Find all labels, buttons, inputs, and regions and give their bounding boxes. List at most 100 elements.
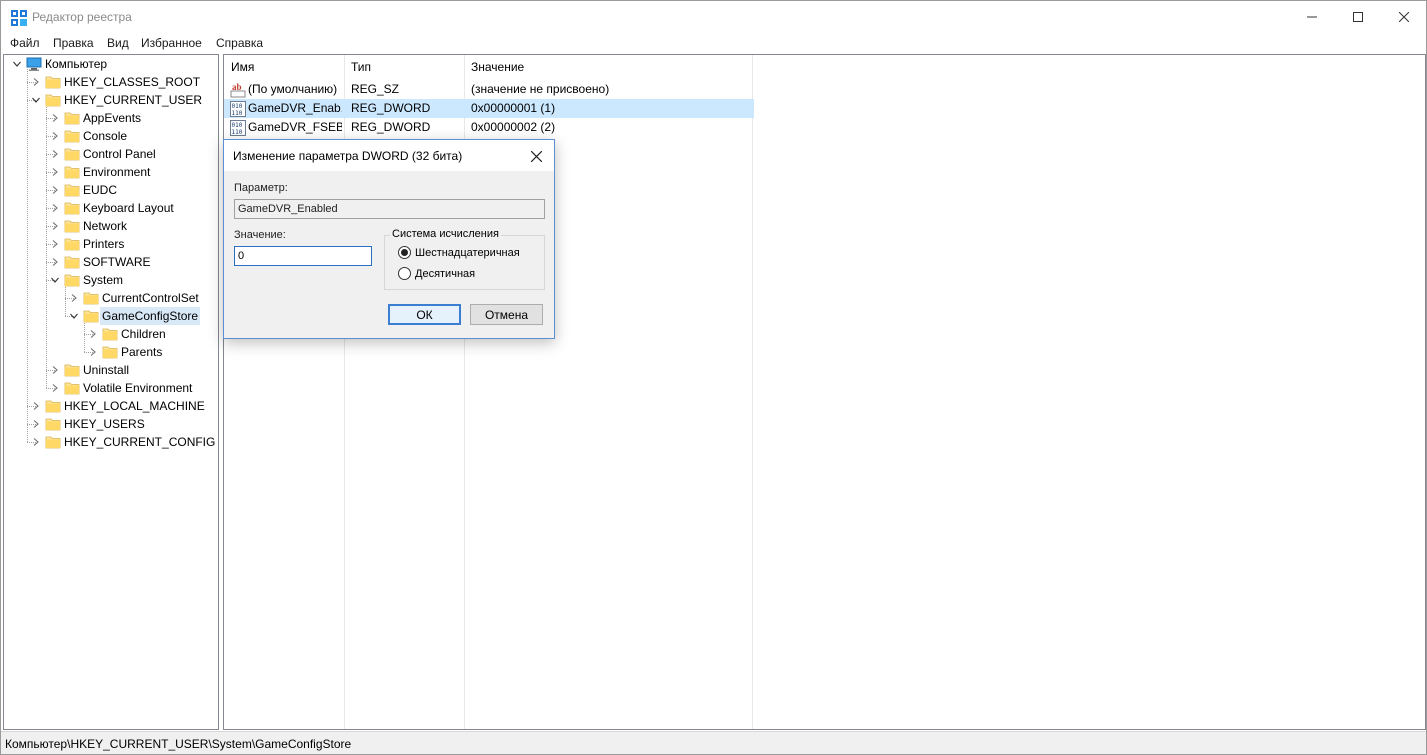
tree-node-software[interactable]: SOFTWARE bbox=[4, 253, 218, 271]
minimize-button[interactable] bbox=[1289, 1, 1335, 33]
tree-node-keyboard-layout[interactable]: Keyboard Layout bbox=[4, 199, 218, 217]
tree-node-label: Console bbox=[83, 129, 128, 143]
maximize-button[interactable] bbox=[1335, 1, 1381, 33]
chevron-right-icon[interactable] bbox=[31, 437, 41, 447]
value-data-input[interactable] bbox=[234, 246, 372, 266]
cancel-button[interactable]: Отмена bbox=[470, 304, 543, 325]
folder-icon bbox=[64, 110, 80, 126]
folder-icon bbox=[64, 164, 80, 180]
chevron-right-icon[interactable] bbox=[88, 347, 98, 357]
menu-edit[interactable]: Правка bbox=[53, 36, 94, 50]
folder-icon bbox=[64, 254, 80, 270]
chevron-down-icon[interactable] bbox=[31, 95, 41, 105]
value-data-cell: (значение не присвоено) bbox=[471, 82, 610, 96]
tree-node-console[interactable]: Console bbox=[4, 127, 218, 145]
maximize-icon bbox=[1353, 12, 1363, 22]
column-divider[interactable] bbox=[752, 55, 753, 729]
tree-node-компьютер[interactable]: Компьютер bbox=[4, 55, 218, 73]
tree-node-control-panel[interactable]: Control Panel bbox=[4, 145, 218, 163]
column-header-value[interactable]: Значение bbox=[464, 55, 754, 79]
tree-node-children[interactable]: Children bbox=[4, 325, 218, 343]
chevron-right-icon[interactable] bbox=[50, 257, 60, 267]
tree-node-label: Uninstall bbox=[83, 363, 130, 377]
menu-view[interactable]: Вид bbox=[107, 36, 129, 50]
tree-node-label: Parents bbox=[121, 345, 163, 359]
tree-node-label: HKEY_USERS bbox=[64, 417, 145, 431]
folder-icon bbox=[102, 326, 118, 342]
chevron-right-icon[interactable] bbox=[31, 419, 41, 429]
tree-node-environment[interactable]: Environment bbox=[4, 163, 218, 181]
menu-file[interactable]: Файл bbox=[10, 36, 40, 50]
tree-node-parents[interactable]: Parents bbox=[4, 343, 218, 361]
tree-node-printers[interactable]: Printers bbox=[4, 235, 218, 253]
chevron-right-icon[interactable] bbox=[31, 77, 41, 87]
menu-help[interactable]: Справка bbox=[216, 36, 263, 50]
title-bar: Редактор реестра bbox=[1, 1, 1426, 33]
tree-node-hkey-classes-root[interactable]: HKEY_CLASSES_ROOT bbox=[4, 73, 218, 91]
chevron-right-icon[interactable] bbox=[50, 365, 60, 375]
tree-node-hkey-current-user[interactable]: HKEY_CURRENT_USER bbox=[4, 91, 218, 109]
string-value-icon: ab bbox=[230, 82, 246, 98]
menu-favorites[interactable]: Избранное bbox=[141, 36, 202, 50]
tree-node-hkey-current-config[interactable]: HKEY_CURRENT_CONFIG bbox=[4, 433, 218, 451]
tree-node-gameconfigstore[interactable]: GameConfigStore bbox=[4, 307, 218, 325]
edit-dword-dialog: Изменение параметра DWORD (32 бита) Пара… bbox=[223, 139, 555, 339]
column-header-name[interactable]: Имя bbox=[224, 55, 344, 79]
close-button[interactable] bbox=[1381, 1, 1427, 33]
radio-button-unchecked[interactable] bbox=[398, 267, 411, 280]
chevron-down-icon[interactable] bbox=[50, 275, 60, 285]
chevron-down-icon[interactable] bbox=[12, 59, 22, 69]
chevron-right-icon[interactable] bbox=[50, 239, 60, 249]
ok-button[interactable]: ОК bbox=[388, 304, 461, 325]
tree-node-volatile-environment[interactable]: Volatile Environment bbox=[4, 379, 218, 397]
value-row[interactable]: ab (По умолчанию) REG_SZ (значение не присв… bbox=[224, 80, 754, 99]
folder-icon bbox=[83, 290, 99, 306]
tree-node-label: Children bbox=[121, 327, 166, 341]
tree-node-hkey-local-machine[interactable]: HKEY_LOCAL_MACHINE bbox=[4, 397, 218, 415]
chevron-right-icon[interactable] bbox=[50, 185, 60, 195]
value-type-cell: REG_DWORD bbox=[351, 101, 431, 115]
folder-icon bbox=[64, 200, 80, 216]
tree-node-uninstall[interactable]: Uninstall bbox=[4, 361, 218, 379]
tree-node-label: Компьютер bbox=[45, 57, 108, 71]
tree-node-label: System bbox=[83, 273, 124, 287]
tree-node-appevents[interactable]: AppEvents bbox=[4, 109, 218, 127]
tree-node-eudc[interactable]: EUDC bbox=[4, 181, 218, 199]
tree-node-network[interactable]: Network bbox=[4, 217, 218, 235]
dialog-close-button[interactable] bbox=[524, 146, 548, 166]
radio-hexadecimal[interactable]: Шестнадцатеричная bbox=[398, 246, 520, 259]
window-title: Редактор реестра bbox=[32, 10, 132, 24]
chevron-right-icon[interactable] bbox=[50, 167, 60, 177]
chevron-right-icon[interactable] bbox=[50, 149, 60, 159]
value-row[interactable]: 010 110 GameDVR_Enab... REG_DWORD 0x00000001… bbox=[224, 99, 754, 118]
radio-decimal[interactable]: Десятичная bbox=[398, 267, 475, 280]
tree-node-label: Control Panel bbox=[83, 147, 156, 161]
key-tree[interactable]: Компьютер HKEY_CLASSES_ROOT HKEY_CURRENT_U… bbox=[3, 54, 219, 730]
chevron-right-icon[interactable] bbox=[50, 203, 60, 213]
chevron-down-icon[interactable] bbox=[69, 311, 79, 321]
svg-text:010: 010 bbox=[232, 103, 243, 110]
folder-icon bbox=[45, 434, 61, 450]
folder-icon bbox=[64, 182, 80, 198]
radio-button-checked[interactable] bbox=[398, 246, 411, 259]
base-groupbox bbox=[384, 235, 545, 290]
tree-node-hkey-users[interactable]: HKEY_USERS bbox=[4, 415, 218, 433]
tree-node-system[interactable]: System bbox=[4, 271, 218, 289]
chevron-right-icon[interactable] bbox=[50, 131, 60, 141]
tree-node-currentcontrolset[interactable]: CurrentControlSet bbox=[4, 289, 218, 307]
close-icon bbox=[530, 150, 542, 162]
base-groupbox-title: Система исчисления bbox=[390, 228, 501, 240]
chevron-right-icon[interactable] bbox=[88, 329, 98, 339]
binary-value-icon: 010 110 bbox=[230, 101, 246, 117]
chevron-right-icon[interactable] bbox=[69, 293, 79, 303]
value-row[interactable]: 010110GameDVR_FSEB...REG_DWORD0x00000002… bbox=[224, 118, 754, 137]
chevron-right-icon[interactable] bbox=[50, 383, 60, 393]
chevron-right-icon[interactable] bbox=[50, 113, 60, 123]
value-type-cell: REG_SZ bbox=[351, 82, 400, 96]
chevron-right-icon[interactable] bbox=[50, 221, 60, 231]
column-header-type[interactable]: Тип bbox=[344, 55, 464, 79]
registry-editor-window: Редактор реестра Файл Правка Вид Избранн… bbox=[0, 0, 1427, 755]
tree-node-label: Network bbox=[83, 219, 128, 233]
chevron-right-icon[interactable] bbox=[31, 401, 41, 411]
computer-icon bbox=[26, 56, 42, 72]
